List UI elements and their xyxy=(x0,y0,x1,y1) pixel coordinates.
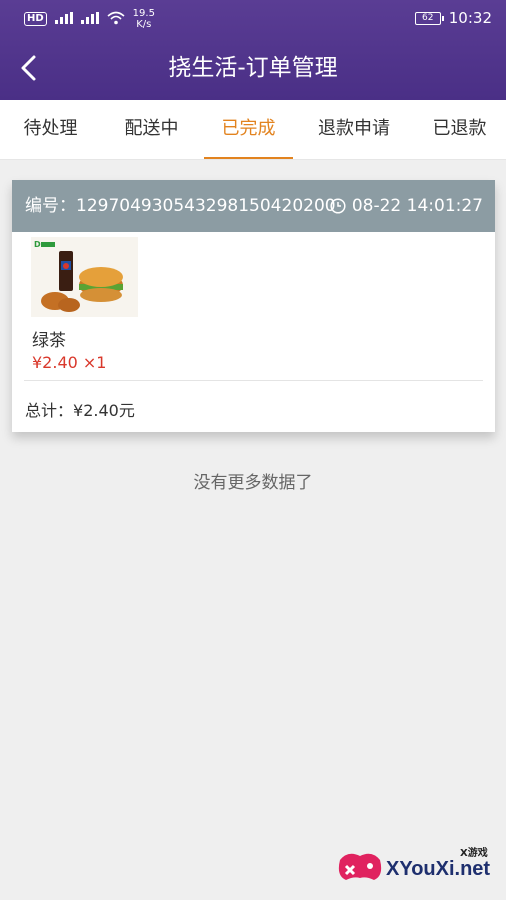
total-label: 总计： xyxy=(25,401,74,420)
product-image: D xyxy=(31,237,138,317)
page-title: 挠生活-订单管理 xyxy=(168,55,338,81)
order-number-value: 1297049305432981504202​00 xyxy=(76,196,336,216)
tab-delivering[interactable]: 配送中 xyxy=(101,100,202,160)
order-number: 编号：1297049305432981504202​00 xyxy=(25,180,336,232)
tab-refund-request[interactable]: 退款申请 xyxy=(295,100,413,160)
tab-pending[interactable]: 待处理 xyxy=(0,100,101,160)
app-header: HD 19.5 K/s 62 10:32 挠生活-订单管理 xyxy=(0,0,506,100)
tab-completed[interactable]: 已完成 xyxy=(202,100,295,160)
tab-refunded[interactable]: 已退款 xyxy=(413,100,506,160)
hd-icon: HD xyxy=(24,12,47,26)
order-number-label: 编号： xyxy=(25,196,76,216)
signal-icon xyxy=(54,11,73,27)
status-bar: HD 19.5 K/s 62 10:32 xyxy=(0,0,506,36)
battery-icon: 62 xyxy=(414,11,444,25)
watermark-logo: X游戏 XYouXi.net xyxy=(334,842,500,894)
no-more-data-text: 没有更多数据了 xyxy=(193,473,313,493)
clock-icon xyxy=(330,198,346,214)
watermark-small: X游戏 xyxy=(460,848,488,859)
divider xyxy=(24,380,483,381)
clock: 10:32 xyxy=(448,9,492,27)
order-time: 08-22 14:01:27 xyxy=(330,180,483,232)
signal-icon-2 xyxy=(80,11,99,27)
wifi-icon xyxy=(107,11,125,28)
net-speed-unit: K/s xyxy=(136,19,152,30)
active-tab-indicator xyxy=(204,157,293,159)
order-time-value: 08-22 14:01:27 xyxy=(351,196,483,216)
item-name: 绿茶 xyxy=(32,331,66,351)
gamepad-icon xyxy=(338,853,382,880)
item-price: ¥2.40 ×1 xyxy=(32,353,107,372)
order-tabs: 待处理 配送中 已完成 退款申请 已退款 xyxy=(0,100,506,160)
order-card[interactable]: 编号：1297049305432981504202​00 08-22 14:01… xyxy=(12,180,495,432)
order-total: 总计：¥2.40元 xyxy=(25,397,135,421)
svg-text:D: D xyxy=(34,240,41,249)
order-card-header: 编号：1297049305432981504202​00 08-22 14:01… xyxy=(12,180,495,232)
total-value: ¥2.40元 xyxy=(73,401,135,420)
net-speed: 19.5 K/s xyxy=(133,8,155,30)
net-speed-value: 19.5 xyxy=(132,8,155,19)
watermark-brand: XYouXi.net xyxy=(386,858,491,880)
